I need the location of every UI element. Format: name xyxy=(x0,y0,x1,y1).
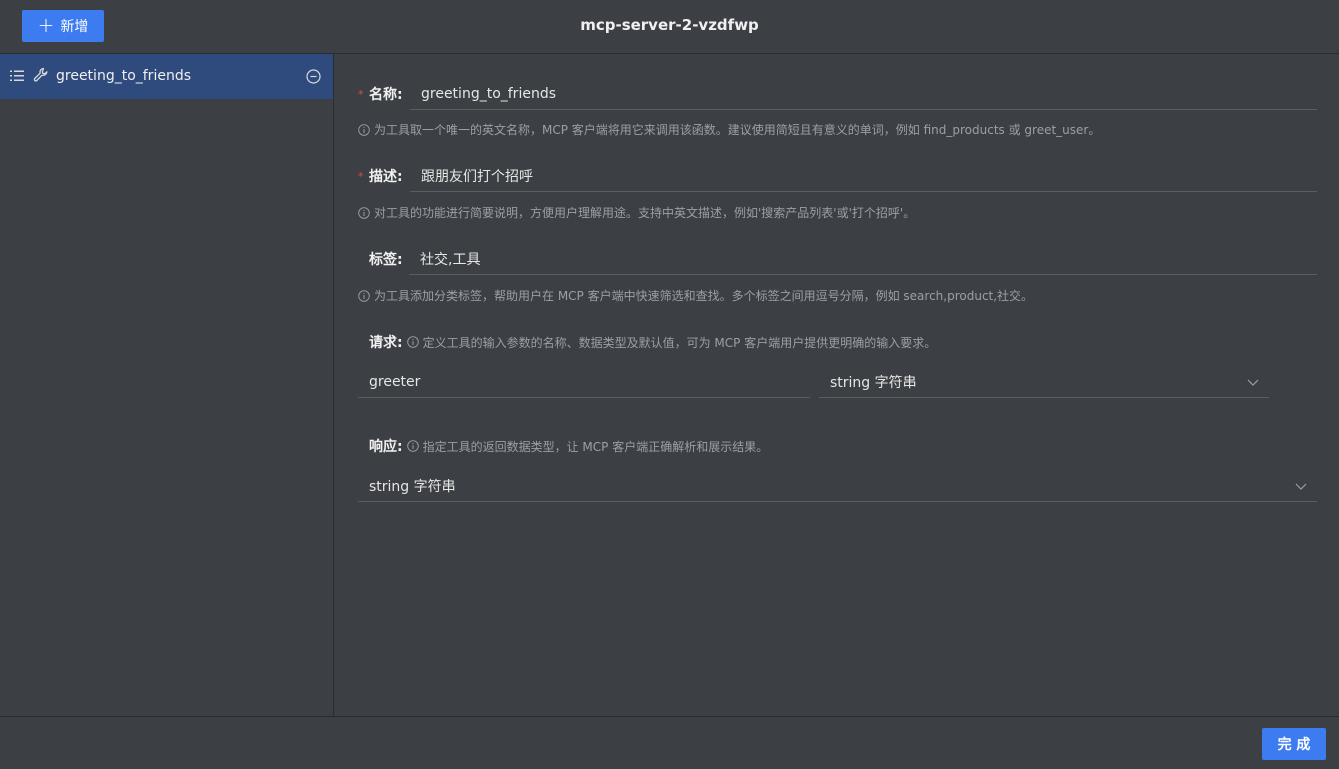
response-hint-text: 指定工具的返回数据类型，让 MCP 客户端正确解析和展示结果。 xyxy=(422,439,769,454)
description-row: * 描述: xyxy=(358,160,403,192)
sidebar-item-greeting-to-friends[interactable]: greeting_to_friends xyxy=(0,54,333,99)
sidebar: greeting_to_friends xyxy=(0,54,334,716)
info-icon xyxy=(358,289,370,302)
description-label: 描述: xyxy=(369,169,403,185)
sidebar-item-label: greeting_to_friends xyxy=(56,68,191,84)
param-type-value: string 字符串 xyxy=(830,374,917,391)
response-label: 响应: xyxy=(369,439,403,455)
done-button[interactable]: 完 成 xyxy=(1262,728,1326,760)
response-row: 响应: 指定工具的返回数据类型，让 MCP 客户端正确解析和展示结果。 xyxy=(358,430,768,462)
header: + 新增 mcp-server-2-vzdfwp xyxy=(0,0,1339,54)
info-icon xyxy=(406,440,419,452)
footer: 完 成 xyxy=(0,716,1339,769)
tags-input[interactable]: 社交,工具 xyxy=(409,243,1317,275)
chevron-down-icon xyxy=(1295,483,1307,490)
response-type-select[interactable]: string 字符串 xyxy=(358,470,1317,502)
param-name-input[interactable]: greeter xyxy=(358,366,810,398)
wrench-icon xyxy=(33,67,48,82)
name-hint-text: 为工具取一个唯一的英文名称，MCP 客户端将用它来调用该函数。建议使用简短且有意… xyxy=(374,123,1101,137)
page-title: mcp-server-2-vzdfwp xyxy=(580,16,759,34)
name-input[interactable]: greeting_to_friends xyxy=(410,78,1317,110)
request-hint: 定义工具的输入参数的名称、数据类型及默认值，可为 MCP 客户端用户提供更明确的… xyxy=(406,334,937,351)
tags-label: 标签: xyxy=(369,252,403,268)
param-type-select[interactable]: string 字符串 xyxy=(819,366,1269,398)
tags-hint: 为工具添加分类标签，帮助用户在 MCP 客户端中快速筛选和查找。多个标签之间用逗… xyxy=(358,287,1033,304)
request-label: 请求: xyxy=(369,335,403,351)
list-icon xyxy=(10,70,24,81)
description-hint-text: 对工具的功能进行简要说明，方便用户理解用途。支持中英文描述，例如'搜索产品列表'… xyxy=(374,206,916,220)
info-icon xyxy=(358,206,370,219)
request-row: 请求: 定义工具的输入参数的名称、数据类型及默认值，可为 MCP 客户端用户提供… xyxy=(358,326,936,358)
description-hint: 对工具的功能进行简要说明，方便用户理解用途。支持中英文描述，例如'搜索产品列表'… xyxy=(358,204,915,221)
response-type-value: string 字符串 xyxy=(369,478,456,495)
required-marker: * xyxy=(358,87,364,101)
required-marker: * xyxy=(358,169,364,183)
app-window: + 新增 mcp-server-2-vzdfwp greeting_to_fri… xyxy=(0,0,1339,769)
chevron-down-icon xyxy=(1247,379,1259,386)
info-icon xyxy=(358,123,370,136)
request-hint-text: 定义工具的输入参数的名称、数据类型及默认值，可为 MCP 客户端用户提供更明确的… xyxy=(422,335,937,350)
name-label: 名称: xyxy=(369,87,403,103)
remove-circle-icon[interactable] xyxy=(306,69,321,84)
tool-form: * 名称: greeting_to_friends 为工具取一个唯一的英文名称，… xyxy=(334,54,1339,716)
name-hint: 为工具取一个唯一的英文名称，MCP 客户端将用它来调用该函数。建议使用简短且有意… xyxy=(358,121,1100,138)
name-row: * 名称: xyxy=(358,78,403,110)
info-icon xyxy=(406,336,419,348)
description-input[interactable]: 跟朋友们打个招呼 xyxy=(410,160,1317,192)
tags-hint-text: 为工具添加分类标签，帮助用户在 MCP 客户端中快速筛选和查找。多个标签之间用逗… xyxy=(374,289,1034,303)
response-hint: 指定工具的返回数据类型，让 MCP 客户端正确解析和展示结果。 xyxy=(406,438,769,455)
tags-row: 标签: xyxy=(358,243,403,275)
